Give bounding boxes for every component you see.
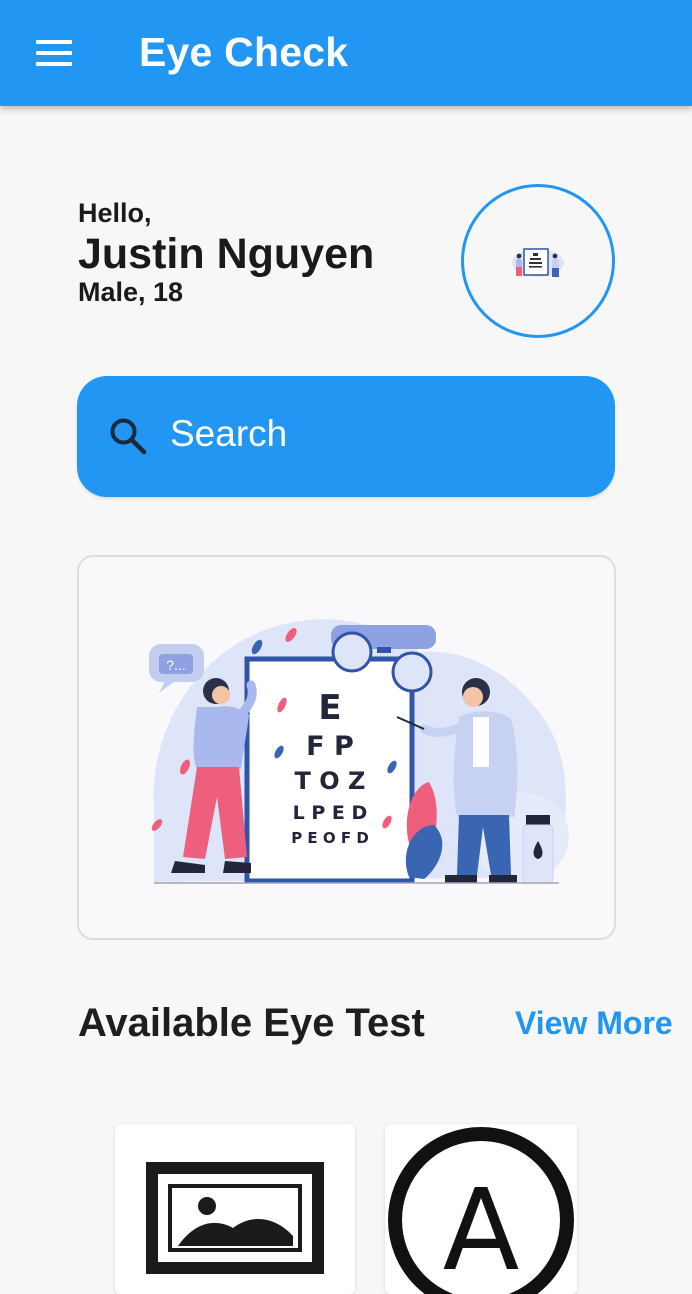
chart-row-5: P E O F D bbox=[291, 829, 369, 847]
eye-test-card[interactable] bbox=[115, 1124, 355, 1294]
greeting-block: Hello, Justin Nguyen Male, 18 bbox=[78, 196, 374, 308]
view-more-link[interactable]: View More bbox=[515, 1002, 673, 1044]
image-placeholder-icon bbox=[146, 1162, 324, 1274]
eye-test-card[interactable]: A bbox=[385, 1124, 577, 1294]
section-title-eye-tests: Available Eye Test bbox=[78, 1001, 425, 1045]
search-bar[interactable] bbox=[77, 376, 615, 497]
app-title: Eye Check bbox=[139, 29, 349, 75]
app-bar: Eye Check bbox=[0, 0, 692, 106]
speech-bubble-text: ?... bbox=[166, 657, 185, 673]
chart-row-4: L P E D bbox=[293, 802, 368, 824]
user-name: Justin Nguyen bbox=[78, 230, 375, 278]
search-placeholder: Search bbox=[170, 413, 288, 454]
eye-drops-bottle bbox=[522, 815, 554, 884]
chart-row-2: F P bbox=[306, 731, 354, 762]
greeting-text: Hello, bbox=[78, 198, 152, 228]
avatar[interactable] bbox=[461, 184, 615, 338]
search-icon bbox=[110, 418, 147, 455]
chart-row-1: E bbox=[318, 688, 341, 728]
menu-button[interactable] bbox=[22, 27, 86, 79]
banner-card: ?... E F P T O Z L P E D P E O F D bbox=[77, 555, 616, 940]
letter-a-glyph: A bbox=[443, 1166, 520, 1294]
eye-exam-illustration bbox=[512, 248, 564, 277]
letter-a-circle-icon: A bbox=[388, 1127, 574, 1294]
user-details: Male, 18 bbox=[78, 277, 184, 307]
menu-icon bbox=[36, 40, 72, 66]
chart-row-3: T O Z bbox=[295, 767, 366, 795]
eye-exam-illustration: ?... E F P T O Z L P E D P E O F D bbox=[149, 619, 569, 884]
